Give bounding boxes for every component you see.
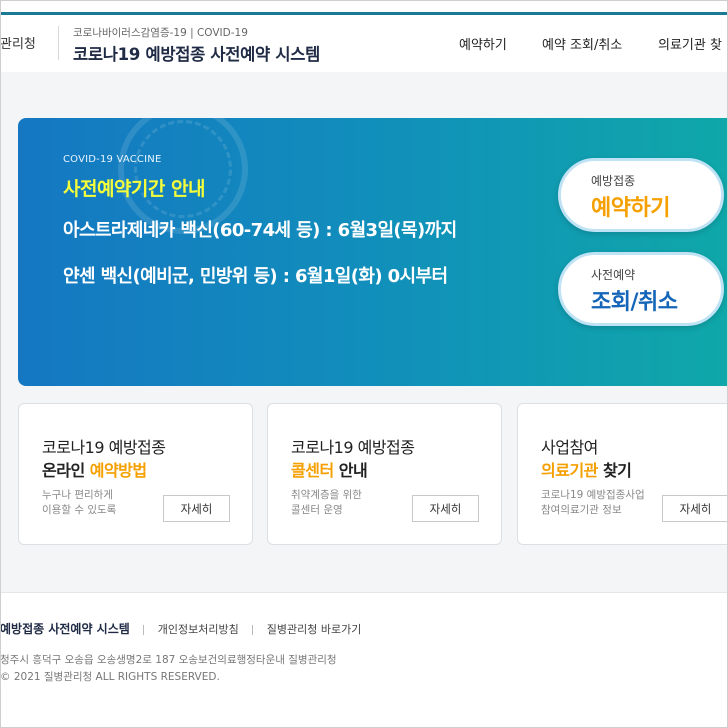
reserve-button[interactable]: 예방접종 예약하기 [558,158,724,232]
header-subtitle: 코로나바이러스감염증-19 | COVID-19 [73,27,248,39]
brand-logo-text[interactable]: 관리청 [0,33,36,52]
details-button[interactable]: 자세히 [163,495,230,522]
card-desc-line1: 취약계층을 위한 [291,489,362,501]
card-title-suffix: 안내 [333,461,368,480]
card-title-suffix: 찾기 [597,461,632,480]
hero-janssen-info: 얀센 백신(예비군, 민방위 등) : 6월1일(화) 0시부터 [63,266,448,287]
footer-links: 예방접종 사전예약 시스템 개인정보처리방침 질병관리청 바로가기 [0,620,361,637]
system-title[interactable]: 코로나19 예방접종 사전예약 시스템 [73,41,320,65]
footer-copyright: © 2021 질병관리청 ALL RIGHTS RESERVED. [0,671,220,683]
card-desc-line2: 참여의료기관 정보 [541,504,622,516]
card-title-highlight: 의료기관 [541,461,598,480]
card-title-highlight: 예약방법 [89,461,147,480]
card-online-reservation: 코로나19 예방접종 온라인 예약방법 누구나 편리하게 이용할 수 있도록 자… [18,403,253,545]
card-desc-line2: 콜센터 운영 [291,504,343,516]
nav-find-clinic[interactable]: 의료기관 찾 [658,34,722,53]
hero-banner: COVID-19 VACCINE 사전예약기간 안내 아스트라제네카 백신(60… [18,118,728,386]
header-divider [58,26,59,60]
footer-system-name: 예방접종 사전예약 시스템 [0,622,130,636]
lookup-cancel-button[interactable]: 사전예약 조회/취소 [558,252,724,326]
nav-lookup-cancel[interactable]: 예약 조회/취소 [542,34,622,53]
card-find-clinic: 사업참여 의료기관 찾기 코로나19 예방접종사업 참여의료기관 정보 자세히 [517,403,728,545]
card-title-line2: 의료기관 찾기 [541,457,632,481]
site-header: 관리청 코로나바이러스감염증-19 | COVID-19 코로나19 예방접종 … [0,15,728,72]
kdca-link[interactable]: 질병관리청 바로가기 [267,623,362,636]
site-footer: 예방접종 사전예약 시스템 개인정보처리방침 질병관리청 바로가기 청주시 흥덕… [0,592,728,728]
details-button[interactable]: 자세히 [662,495,728,522]
card-call-center: 코로나19 예방접종 콜센터 안내 취약계층을 위한 콜센터 운영 자세히 [267,403,502,545]
privacy-policy-link[interactable]: 개인정보처리방침 [158,623,239,636]
hero-title: 사전예약기간 안내 [63,178,205,200]
reserve-button-label: 예약하기 [591,196,670,221]
card-title-highlight: 콜센터 [291,461,334,480]
card-title-line1: 코로나19 예방접종 [291,438,415,457]
details-button[interactable]: 자세히 [412,495,479,522]
card-desc-line2: 이용할 수 있도록 [42,504,117,516]
nav-reserve[interactable]: 예약하기 [459,34,507,53]
lookup-button-label: 조회/취소 [591,290,678,315]
card-title-line2: 온라인 예약방법 [42,457,147,481]
card-title-plain: 온라인 [42,461,90,480]
lookup-button-caption: 사전예약 [591,268,636,282]
footer-address: 청주시 흥덕구 오송읍 오송생명2로 187 오송보건의료행정타운내 질병관리청 [0,654,337,666]
card-title-line2: 콜센터 안내 [291,457,368,481]
card-desc-line1: 코로나19 예방접종사업 [541,489,645,501]
card-desc-line1: 누구나 편리하게 [42,489,113,501]
card-title-line1: 코로나19 예방접종 [42,438,166,457]
hero-astrazeneca-info: 아스트라제네카 백신(60-74세 등) : 6월3일(목)까지 [63,220,457,241]
card-title-line1: 사업참여 [541,438,598,457]
footer-divider [143,625,145,635]
reserve-button-caption: 예방접종 [591,174,636,188]
hero-eyebrow: COVID-19 VACCINE [63,154,162,165]
footer-divider [252,625,254,635]
